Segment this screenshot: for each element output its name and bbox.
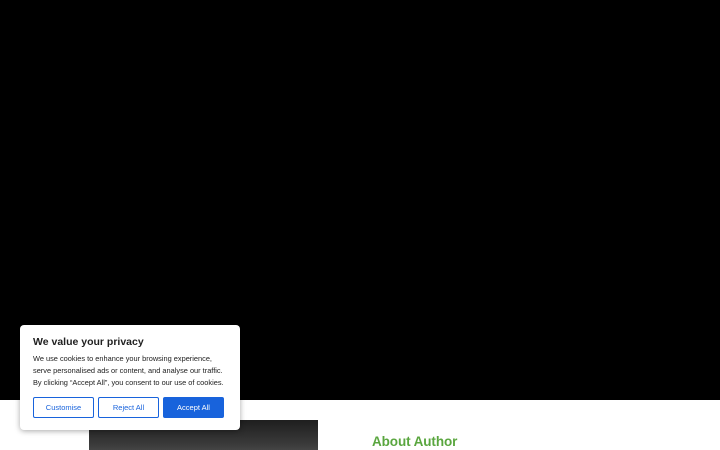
accept-all-button[interactable]: Accept All (163, 397, 224, 418)
cookie-consent-banner: We value your privacy We use cookies to … (20, 325, 240, 430)
cookie-banner-title: We value your privacy (33, 336, 144, 348)
reject-all-button[interactable]: Reject All (98, 397, 159, 418)
cookie-banner-actions: Customise Reject All Accept All (33, 397, 224, 418)
cookie-banner-description: We use cookies to enhance your browsing … (33, 354, 224, 387)
customise-button[interactable]: Customise (33, 397, 94, 418)
about-author-heading: About Author (372, 434, 458, 449)
